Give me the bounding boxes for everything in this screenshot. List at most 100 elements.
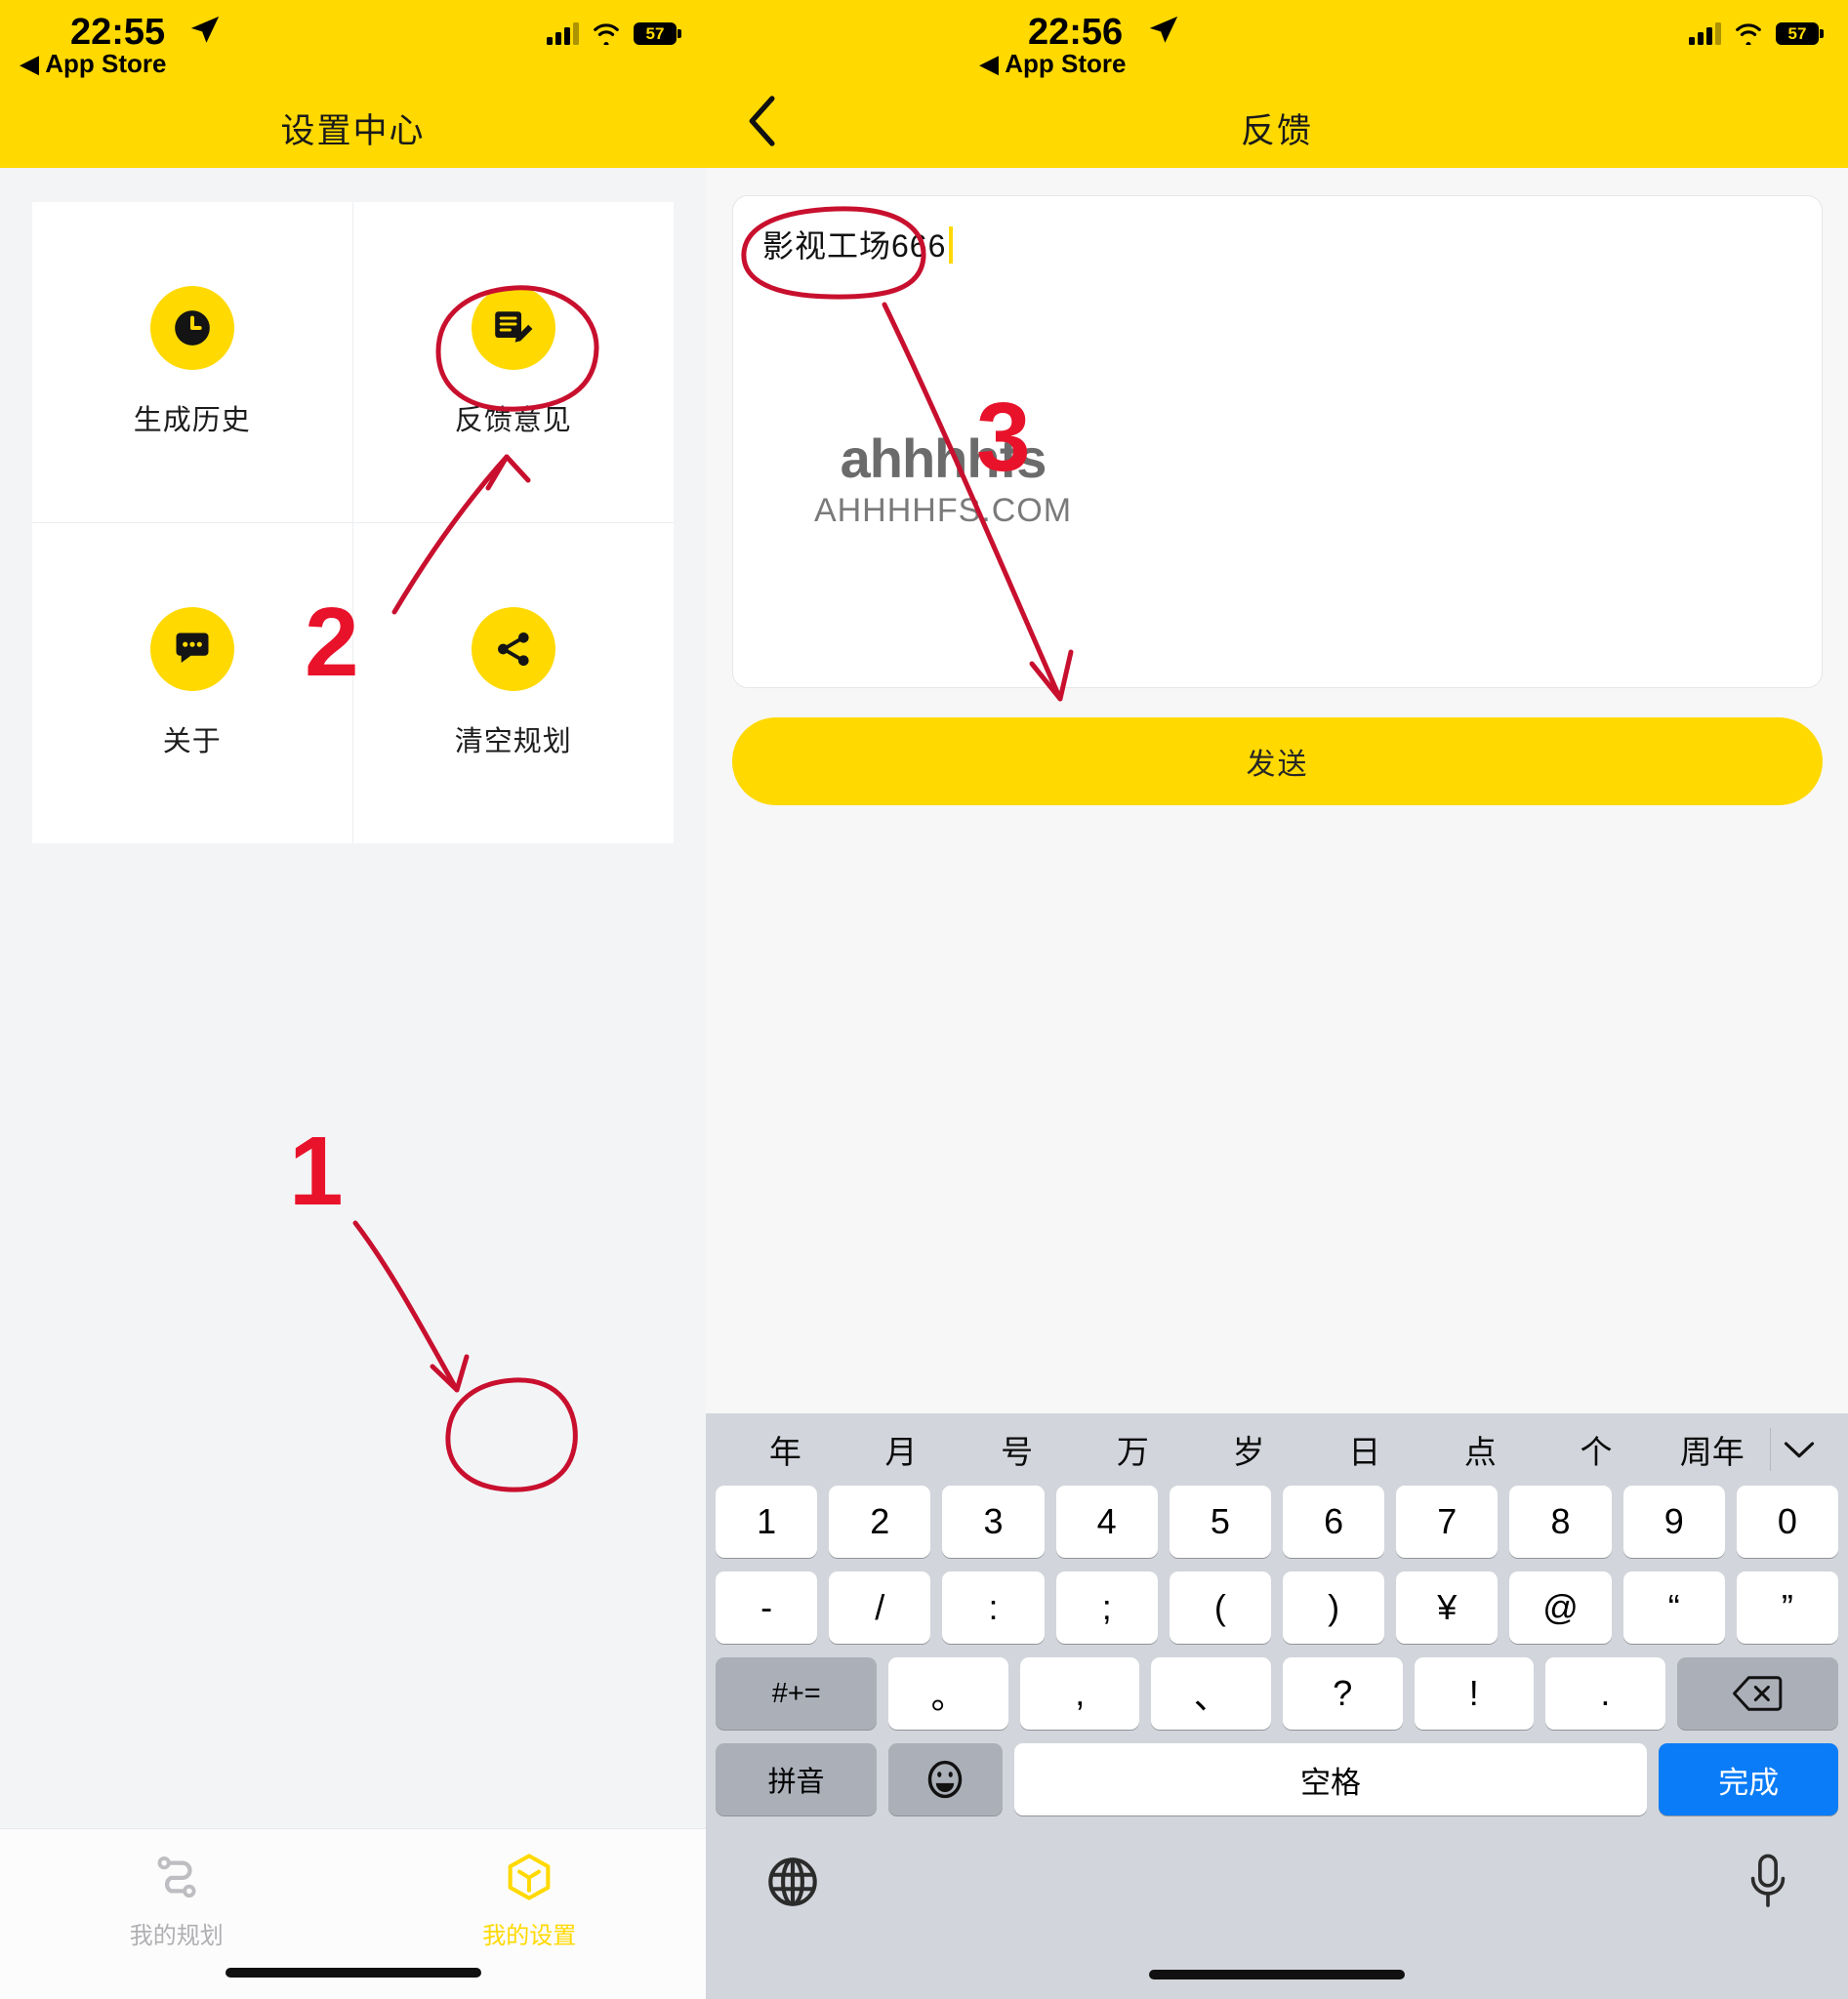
back-to-app-store-label[interactable]: ◀ App Store	[979, 49, 1127, 79]
key-5[interactable]: 5	[1169, 1486, 1271, 1558]
key-exclamation-mark[interactable]: !	[1414, 1657, 1535, 1730]
candidate-item[interactable]: 个	[1539, 1426, 1655, 1473]
cube-icon	[508, 1854, 551, 1900]
text-caret	[949, 226, 954, 264]
key-paren-open[interactable]: (	[1169, 1571, 1271, 1644]
annotation-step-number-1: 1	[289, 1117, 344, 1226]
emoji-smiley-icon[interactable]	[888, 1743, 1003, 1815]
feedback-page-body: 影视工场666 ahhhhfs AHHHHFS.COM 发送 年 月 号 万 岁…	[706, 168, 1848, 1999]
phone-screen-settings: 22:55 ◀ App Store 57 设置中心 生成历史 反馈意见 关于 清…	[0, 0, 706, 1999]
keyboard-row-punctuation: #+= 。 , 、 ? ! .	[706, 1657, 1848, 1730]
candidate-item[interactable]: 月	[843, 1426, 960, 1473]
settings-item-feedback[interactable]: 反馈意见	[352, 202, 674, 523]
key-2[interactable]: 2	[829, 1486, 931, 1558]
page-title: 设置中心	[280, 112, 426, 150]
wifi-icon	[1736, 23, 1761, 45]
share-icon	[471, 606, 555, 691]
location-arrow-icon	[190, 16, 220, 43]
settings-item-history[interactable]: 生成历史	[32, 202, 353, 523]
key-3[interactable]: 3	[942, 1486, 1045, 1558]
candidate-item[interactable]: 日	[1306, 1426, 1422, 1473]
key-question-mark[interactable]: ?	[1283, 1657, 1403, 1730]
key-7[interactable]: 7	[1396, 1486, 1499, 1558]
home-indicator	[225, 1968, 481, 1978]
status-time: 22:55	[70, 12, 166, 53]
settings-item-label: 清空规划	[454, 725, 572, 757]
keyboard-bottom-bar	[706, 1829, 1848, 1935]
ios-keyboard: 年 月 号 万 岁 日 点 个 周年 1 2 3 4 5 6 7 8 9 0 -…	[706, 1413, 1848, 1999]
nav-bar-left: 设置中心	[0, 88, 706, 168]
settings-page-body: 生成历史 反馈意见 关于 清空规划 我的规划 我的设置	[0, 168, 706, 1999]
key-8[interactable]: 8	[1509, 1486, 1612, 1558]
status-icons-right: 57	[1689, 21, 1824, 45]
feedback-text-value: 影视工场666	[762, 228, 947, 264]
key-paren-close[interactable]: )	[1283, 1571, 1385, 1644]
settings-grid: 生成历史 反馈意见 关于 清空规划	[32, 202, 674, 843]
key-hyphen[interactable]: -	[715, 1571, 818, 1644]
key-colon[interactable]: :	[942, 1571, 1045, 1644]
clock-icon	[149, 285, 234, 370]
key-ideographic-period[interactable]: 。	[888, 1657, 1008, 1730]
status-time: 22:56	[1028, 12, 1124, 53]
key-period[interactable]: .	[1545, 1657, 1665, 1730]
candidate-item[interactable]: 年	[727, 1426, 843, 1473]
route-icon	[157, 1856, 196, 1898]
settings-item-label: 关于	[162, 725, 222, 757]
chevron-down-icon[interactable]	[1770, 1428, 1827, 1471]
candidate-item[interactable]: 万	[1075, 1426, 1191, 1473]
feedback-edit-icon	[471, 285, 555, 370]
key-comma[interactable]: ,	[1019, 1657, 1140, 1730]
key-done[interactable]: 完成	[1659, 1743, 1838, 1815]
key-0[interactable]: 0	[1736, 1486, 1839, 1558]
microphone-icon[interactable]	[1746, 1853, 1789, 1911]
key-symbol-shift[interactable]: #+=	[716, 1657, 878, 1730]
send-button[interactable]: 发送	[732, 717, 1823, 805]
dual-screenshot-container: 22:55 ◀ App Store 57 设置中心 生成历史 反馈意见 关于 清…	[0, 0, 1848, 1999]
candidate-bar: 年 月 号 万 岁 日 点 个 周年	[706, 1413, 1848, 1486]
backspace-icon[interactable]	[1676, 1657, 1838, 1730]
cellular-signal-icon	[547, 21, 579, 45]
home-indicator	[1149, 1970, 1405, 1979]
key-at[interactable]: @	[1509, 1571, 1612, 1644]
key-slash[interactable]: /	[829, 1571, 931, 1644]
tab-label: 我的规划	[129, 1923, 224, 1949]
candidate-item[interactable]: 点	[1422, 1426, 1539, 1473]
battery-indicator: 57	[1776, 21, 1824, 45]
chat-bubble-icon	[149, 606, 234, 691]
status-bar-left: 22:55 ◀ App Store 57	[0, 0, 706, 88]
tab-label: 我的设置	[482, 1923, 577, 1949]
settings-yellow-header: 22:55 ◀ App Store 57 设置中心	[0, 0, 706, 168]
key-9[interactable]: 9	[1622, 1486, 1725, 1558]
status-bar-right: 22:56 ◀ App Store 57	[706, 0, 1848, 88]
key-quote-open[interactable]: “	[1622, 1571, 1725, 1644]
page-title: 反馈	[1240, 112, 1313, 150]
keyboard-row-symbols: - / : ; ( ) ¥ @ “ ”	[706, 1571, 1848, 1644]
keyboard-row-bottom: 拼音 空格 完成	[706, 1743, 1848, 1815]
cellular-signal-icon	[1689, 21, 1721, 45]
feedback-yellow-header: 22:56 ◀ App Store 57 反馈	[706, 0, 1848, 168]
phone-screen-feedback: 22:56 ◀ App Store 57 反馈 影视工场666 ahhhhfs …	[706, 0, 1848, 1999]
key-4[interactable]: 4	[1055, 1486, 1158, 1558]
key-yen[interactable]: ¥	[1396, 1571, 1499, 1644]
key-ideographic-comma[interactable]: 、	[1151, 1657, 1271, 1730]
back-to-app-store-label[interactable]: ◀ App Store	[20, 49, 167, 79]
nav-bar-right: 反馈	[706, 88, 1848, 168]
settings-item-label: 生成历史	[133, 404, 251, 436]
feedback-textarea[interactable]: 影视工场666	[732, 195, 1823, 688]
key-semicolon[interactable]: ;	[1055, 1571, 1158, 1644]
status-icons-right: 57	[547, 21, 681, 45]
key-space[interactable]: 空格	[1013, 1743, 1648, 1815]
candidate-item[interactable]: 号	[959, 1426, 1075, 1473]
key-pinyin-switch[interactable]: 拼音	[716, 1743, 878, 1815]
key-quote-close[interactable]: ”	[1736, 1571, 1839, 1644]
location-arrow-icon	[1149, 16, 1178, 43]
settings-item-label: 反馈意见	[454, 404, 572, 436]
wifi-icon	[594, 23, 619, 45]
key-6[interactable]: 6	[1283, 1486, 1385, 1558]
key-1[interactable]: 1	[715, 1486, 818, 1558]
globe-icon[interactable]	[764, 1854, 821, 1910]
keyboard-row-numbers: 1 2 3 4 5 6 7 8 9 0	[706, 1486, 1848, 1558]
settings-item-clear-plan[interactable]: 清空规划	[353, 523, 675, 844]
candidate-item[interactable]: 岁	[1191, 1426, 1307, 1473]
candidate-item[interactable]: 周年	[1654, 1426, 1770, 1473]
